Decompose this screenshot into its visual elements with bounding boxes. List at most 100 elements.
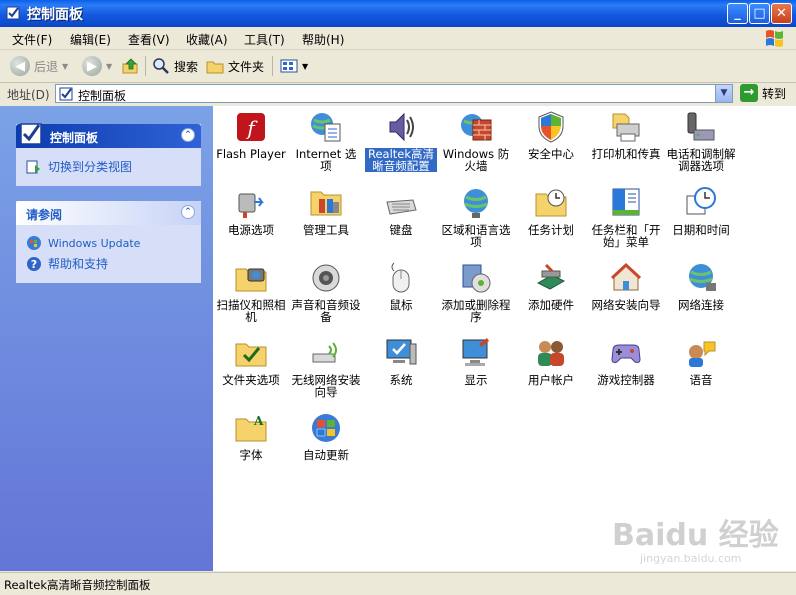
item-label: 安全中心: [528, 147, 574, 161]
menu-view[interactable]: 查看(V): [128, 31, 170, 48]
item-printers-faxes[interactable]: 打印机和传真: [590, 110, 662, 160]
collapse-icon[interactable]: ⌃: [181, 205, 195, 219]
menu-file[interactable]: 文件(F): [12, 31, 52, 48]
security-shield-icon: [538, 111, 564, 143]
item-wireless-network-wizard[interactable]: 无线网络安装向导: [290, 336, 362, 398]
item-speech[interactable]: 语音: [665, 336, 737, 386]
address-dropdown-icon[interactable]: ▼: [715, 85, 732, 102]
item-sounds-audio[interactable]: 声音和音频设备: [290, 261, 362, 323]
item-region-language[interactable]: 区域和语言选项: [440, 186, 512, 248]
menu-help[interactable]: 帮助(H): [302, 31, 344, 48]
item-label: 打印机和传真: [591, 147, 661, 161]
menu-favorites[interactable]: 收藏(A): [186, 31, 228, 48]
item-security-center[interactable]: 安全中心: [515, 110, 587, 160]
address-value: 控制面板: [78, 89, 127, 103]
back-dropdown-icon[interactable]: ▼: [62, 62, 68, 71]
item-folder-options[interactable]: 文件夹选项: [215, 336, 287, 386]
item-game-controllers[interactable]: 游戏控制器: [590, 336, 662, 386]
user-accounts-icon: [538, 341, 564, 366]
baidu-watermark-url: jingyan.baidu.com: [640, 552, 742, 565]
game-controller-icon: [611, 344, 641, 364]
address-label: 地址(D): [7, 88, 50, 102]
speaker-icon: [389, 112, 414, 142]
fonts-icon: A: [235, 414, 267, 442]
item-fonts[interactable]: A 字体: [215, 411, 287, 461]
add-hardware-icon: [536, 263, 566, 290]
item-label: 网络连接: [678, 298, 724, 312]
forward-button[interactable]: ▶ ▼: [82, 55, 112, 77]
scheduled-tasks-icon: [535, 189, 567, 217]
control-panel-small-icon: [59, 87, 73, 101]
item-network-setup-wizard[interactable]: 网络安装向导: [590, 261, 662, 311]
item-windows-firewall[interactable]: Windows 防火墙: [440, 110, 512, 172]
item-network-connections[interactable]: 网络连接: [665, 261, 737, 311]
item-keyboard[interactable]: 键盘: [365, 186, 437, 236]
item-scheduled-tasks[interactable]: 任务计划: [515, 186, 587, 236]
see-also-panel: 请参阅 ⌃ Windows Update ? 帮助和支持: [16, 201, 201, 283]
item-label: Flash Player: [216, 147, 286, 161]
folders-button[interactable]: 文件夹: [206, 55, 264, 77]
scanner-camera-icon: [235, 268, 267, 292]
item-mouse[interactable]: 鼠标: [365, 261, 437, 311]
item-label: 声音和音频设备: [291, 298, 361, 324]
item-user-accounts[interactable]: 用户帐户: [515, 336, 587, 386]
help-support-link[interactable]: ? 帮助和支持: [26, 255, 108, 272]
help-icon: ?: [27, 256, 41, 271]
views-icon: [280, 59, 298, 73]
add-remove-programs-icon: [462, 264, 491, 293]
item-label: 鼠标: [389, 298, 413, 312]
toolbar-separator: [272, 56, 273, 76]
panel-header[interactable]: 请参阅 ⌃: [16, 201, 201, 225]
windows-logo-icon: [766, 30, 783, 47]
minimize-button[interactable]: _: [727, 3, 748, 24]
power-icon: [238, 193, 264, 218]
item-phone-modem[interactable]: 电话和调制解调器选项: [665, 110, 737, 172]
maximize-button[interactable]: □: [749, 3, 770, 24]
up-folder-button[interactable]: [122, 55, 140, 77]
item-label: Windows 防火墙: [442, 147, 510, 173]
item-automatic-updates[interactable]: 自动更新: [290, 411, 362, 461]
panel-header[interactable]: 控制面板 ⌃: [16, 123, 201, 148]
item-taskbar-start-menu[interactable]: 任务栏和「开始」菜单: [590, 186, 662, 248]
item-system[interactable]: 系统: [365, 336, 437, 386]
collapse-icon[interactable]: ⌃: [181, 128, 195, 142]
item-display[interactable]: 显示: [440, 336, 512, 386]
item-scanners-cameras[interactable]: 扫描仪和照相机: [215, 261, 287, 323]
item-label: 无线网络安装向导: [291, 373, 361, 399]
menu-edit[interactable]: 编辑(E): [70, 31, 111, 48]
search-button[interactable]: 搜索: [152, 55, 198, 77]
item-label: 扫描仪和照相机: [216, 298, 286, 324]
forward-dropdown-icon[interactable]: ▼: [106, 62, 112, 71]
windows-update-link[interactable]: Windows Update: [26, 235, 140, 251]
item-add-remove-programs[interactable]: 添加或删除程序: [440, 261, 512, 323]
item-add-hardware[interactable]: 添加硬件: [515, 261, 587, 311]
window-title: 控制面板: [27, 7, 83, 23]
views-button[interactable]: ▼: [280, 55, 308, 77]
go-button[interactable]: → 转到: [740, 84, 786, 102]
item-date-time[interactable]: 日期和时间: [665, 186, 737, 236]
item-flash-player[interactable]: f Flash Player: [215, 110, 287, 160]
item-admin-tools[interactable]: 管理工具: [290, 186, 362, 236]
close-button[interactable]: ✕: [771, 3, 792, 24]
back-arrow-icon: ◀: [10, 56, 30, 76]
item-label: 语音: [689, 373, 713, 387]
admin-tools-icon: [310, 191, 342, 216]
menu-tools[interactable]: 工具(T): [244, 31, 285, 48]
status-text: Realtek高清晰音频控制面板: [4, 578, 151, 592]
switch-category-view-label: 切换到分类视图: [48, 160, 133, 174]
item-internet-options[interactable]: Internet 选项: [290, 110, 362, 172]
up-arrow-icon: [122, 58, 138, 74]
item-power-options[interactable]: 电源选项: [215, 186, 287, 236]
forward-arrow-icon: ▶: [82, 56, 102, 76]
item-realtek-audio[interactable]: Realtek高清晰音频配置: [365, 110, 437, 172]
address-bar: 地址(D) 控制面板 ▼ → 转到: [0, 83, 796, 105]
globe-icon: [464, 189, 488, 218]
back-button[interactable]: ◀ 后退 ▼: [10, 55, 68, 77]
toolbar: ◀ 后退 ▼ ▶ ▼ 搜索 文件夹 ▼: [0, 50, 796, 83]
network-connections-icon: [689, 264, 716, 291]
title-bar[interactable]: 控制面板 _ □ ✕: [0, 0, 796, 27]
switch-category-view-link[interactable]: 切换到分类视图: [26, 158, 132, 175]
toolbar-separator: [145, 56, 146, 76]
address-input[interactable]: 控制面板 ▼: [55, 84, 733, 103]
item-label: 游戏控制器: [597, 373, 655, 387]
